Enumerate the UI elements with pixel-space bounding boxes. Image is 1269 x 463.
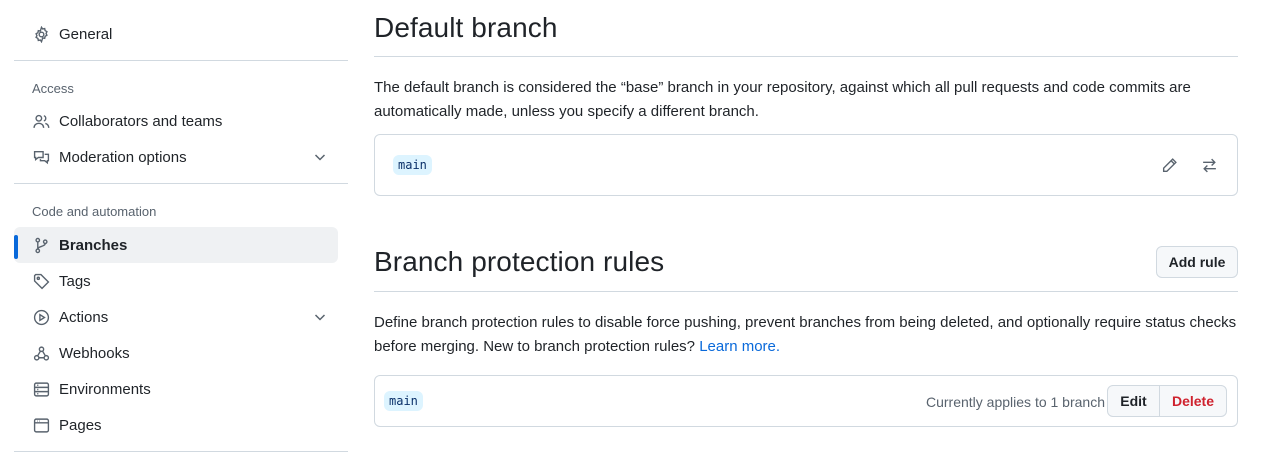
sidebar-item-label: Pages: [59, 416, 102, 434]
pencil-icon: [1162, 157, 1177, 172]
sidebar-item-label: Actions: [59, 308, 109, 326]
chevron-down-icon: [314, 154, 326, 161]
default-branch-box: main: [374, 134, 1238, 196]
sidebar-item-general[interactable]: General: [14, 16, 338, 52]
rule-branch-tag: main: [384, 391, 423, 411]
sidebar-item-label: Environments: [59, 380, 151, 398]
section-heading-access: Access: [32, 81, 74, 96]
branch-protection-description-text: Define branch protection rules to disabl…: [374, 314, 1237, 355]
sidebar-item-label: General: [59, 25, 113, 43]
sidebar-item-pages[interactable]: Pages: [14, 407, 338, 443]
git-branch-icon: [32, 236, 50, 254]
webhook-icon: [32, 344, 50, 362]
delete-rule-button[interactable]: Delete: [1160, 386, 1226, 416]
play-icon: [32, 308, 50, 326]
comment-discussion-icon: [32, 148, 50, 166]
browser-icon: [32, 416, 50, 434]
tag-icon: [32, 272, 50, 290]
people-icon: [32, 112, 50, 130]
sidebar-item-moderation[interactable]: Moderation options: [14, 139, 338, 175]
sidebar-divider: [14, 60, 348, 61]
branches-settings-main: Default branch The default branch is con…: [374, 0, 1238, 463]
default-branch-description: The default branch is considered the “ba…: [374, 79, 1191, 120]
arrow-switch-icon: [1202, 158, 1216, 172]
default-branch-tag: main: [393, 155, 432, 175]
sidebar-item-label: Branches: [59, 236, 128, 254]
sidebar-item-tags[interactable]: Tags: [14, 263, 338, 299]
sidebar-item-webhooks[interactable]: Webhooks: [14, 335, 338, 371]
server-icon: [32, 380, 50, 398]
sidebar-divider: [14, 183, 348, 184]
add-rule-button[interactable]: Add rule: [1156, 246, 1238, 278]
sidebar-item-actions[interactable]: Actions: [14, 299, 338, 335]
rule-actions: Edit Delete: [1107, 385, 1227, 417]
section-heading-code-automation: Code and automation: [32, 204, 157, 219]
rule-applies-text: Currently applies to 1 branch: [926, 394, 1105, 410]
sidebar-item-label: Tags: [59, 272, 91, 290]
sidebar-item-label: Moderation options: [59, 148, 187, 166]
sidebar-item-label: Collaborators and teams: [59, 112, 223, 130]
sidebar-item-branches[interactable]: Branches: [14, 227, 338, 263]
sidebar-item-environments[interactable]: Environments: [14, 371, 338, 407]
heading-divider: [374, 56, 1238, 57]
gear-icon: [32, 25, 50, 43]
sidebar-item-collaborators[interactable]: Collaborators and teams: [14, 103, 338, 139]
sidebar-divider: [14, 451, 348, 452]
heading-divider: [374, 291, 1238, 292]
protection-rule-row: main Currently applies to 1 branch Edit …: [374, 375, 1238, 427]
default-branch-heading: Default branch: [374, 12, 558, 43]
sidebar-item-label: Webhooks: [59, 344, 130, 362]
switch-default-branch-button[interactable]: [1195, 151, 1223, 179]
settings-sidebar: General Access Collaborators and teams M…: [14, 0, 348, 463]
branch-protection-description: Define branch protection rules to disabl…: [374, 311, 1238, 359]
learn-more-link[interactable]: Learn more.: [699, 338, 780, 355]
rename-branch-button[interactable]: [1155, 151, 1183, 179]
branch-protection-heading: Branch protection rules: [374, 246, 665, 277]
edit-rule-button[interactable]: Edit: [1108, 386, 1160, 416]
chevron-down-icon: [314, 314, 326, 321]
